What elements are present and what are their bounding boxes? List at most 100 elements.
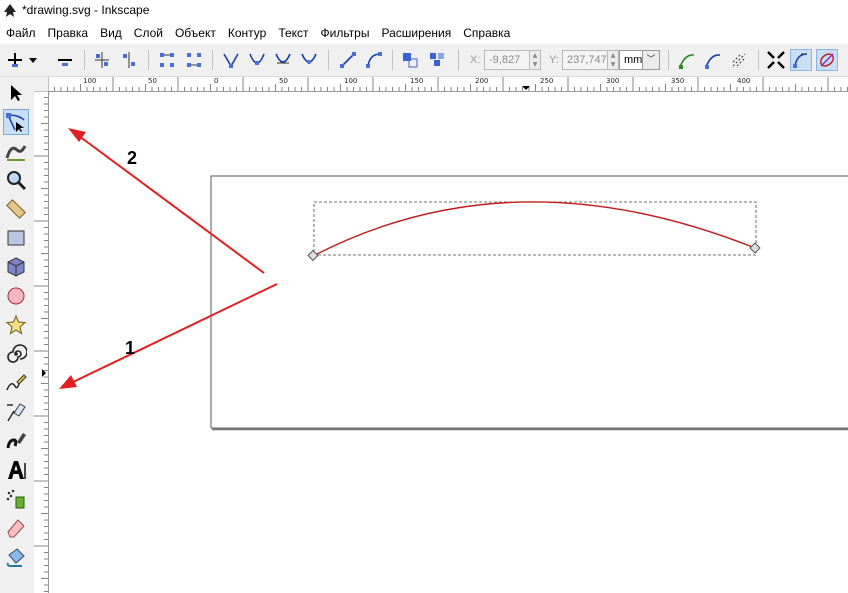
insert-node-dropdown[interactable] (26, 49, 40, 71)
3d-box-tool[interactable] (3, 254, 29, 280)
menu-text[interactable]: Текст (272, 26, 314, 40)
inkscape-logo-icon (4, 4, 16, 17)
pencil-tool[interactable] (3, 370, 29, 396)
unit-dropdown-arrow[interactable]: ﹀ (643, 50, 660, 70)
symmetric-node-icon (275, 53, 291, 64)
menu-layer[interactable]: Слой (128, 26, 169, 40)
paint-bucket-tool[interactable] (3, 544, 29, 570)
delete-segment-icon (187, 53, 201, 67)
menu-file[interactable]: Файл (0, 26, 42, 40)
measure-tool[interactable] (3, 196, 29, 222)
edit-mask-button[interactable] (702, 49, 724, 71)
drawing-canvas[interactable]: 2 1 (49, 92, 848, 593)
selector-tool[interactable] (3, 80, 29, 106)
annotation-label-1: 1 (125, 338, 136, 358)
selector-icon (11, 85, 22, 101)
show-transform-handles-button[interactable] (765, 49, 787, 71)
delete-node-icon (58, 59, 72, 66)
y-coordinate-input[interactable]: 237,747 (562, 50, 608, 70)
ruler-label: 300 (606, 77, 620, 85)
y-label: Y: (549, 54, 559, 66)
smooth-node-button[interactable] (246, 49, 268, 71)
horizontal-ruler[interactable]: 100 50 0 50 100 150 200 250 300 350 400 (48, 77, 848, 92)
rectangle-icon (7, 230, 25, 246)
insert-node-button[interactable] (4, 49, 26, 71)
menu-help[interactable]: Справка (457, 26, 516, 40)
cusp-node-button[interactable] (220, 49, 242, 71)
star-tool[interactable] (3, 312, 29, 338)
cusp-node-icon (223, 53, 239, 68)
eraser-icon (7, 519, 25, 538)
segment-to-line-button[interactable] (337, 49, 359, 71)
page-border (210, 175, 848, 429)
symmetric-node-button[interactable] (272, 49, 294, 71)
menu-extensions[interactable]: Расширения (375, 26, 457, 40)
toolbar-separator (212, 50, 213, 70)
menu-filters[interactable]: Фильтры (315, 26, 376, 40)
toolbar-separator (392, 50, 393, 70)
y-spinner[interactable]: ▲ ▼ (608, 50, 619, 70)
path-outline-icon (820, 53, 834, 67)
node-handles-icon (793, 53, 808, 68)
measure-icon (6, 199, 26, 219)
spiral-tool[interactable] (3, 341, 29, 367)
eraser-tool[interactable] (3, 515, 29, 541)
vertical-ruler[interactable] (34, 91, 49, 593)
node-tool[interactable] (3, 109, 29, 135)
ruler-corner (34, 77, 48, 91)
3d-box-icon (7, 257, 25, 277)
ruler-label: 100 (83, 77, 97, 85)
calligraphy-icon (6, 433, 26, 449)
clip-path-icon (705, 54, 721, 69)
toolbar-separator (328, 50, 329, 70)
show-handles-button[interactable] (790, 49, 812, 71)
star-icon (5, 314, 27, 335)
window-title: *drawing.svg - Inkscape (22, 3, 150, 17)
spray-icon (6, 489, 25, 509)
unit-select[interactable]: mm (619, 50, 643, 70)
node-editor-icon (6, 113, 25, 132)
join-nodes-button[interactable] (91, 49, 113, 71)
stroke-to-path-button[interactable] (426, 49, 448, 71)
segment-line-icon (340, 52, 356, 68)
text-tool[interactable] (3, 457, 29, 483)
menu-path[interactable]: Контур (222, 26, 272, 40)
object-to-path-button[interactable] (400, 49, 422, 71)
segment-curve-icon (366, 52, 382, 68)
ellipse-tool[interactable] (3, 283, 29, 309)
toolbar-separator (84, 50, 85, 70)
ruler-label: 0 (214, 77, 219, 85)
menu-edit[interactable]: Правка (42, 26, 95, 40)
menu-view[interactable]: Вид (94, 26, 128, 40)
delete-node-button[interactable] (54, 49, 76, 71)
auto-smooth-node-button[interactable] (298, 49, 320, 71)
stroke-to-path-icon (430, 53, 444, 66)
x-spinner[interactable]: ▲ ▼ (530, 50, 541, 70)
edit-clip-button[interactable] (676, 49, 698, 71)
spiral-icon (7, 344, 27, 363)
pencil-icon (6, 374, 27, 391)
calligraphy-tool[interactable] (3, 428, 29, 454)
mask-button[interactable] (728, 49, 750, 71)
menu-object[interactable]: Объект (169, 26, 222, 40)
ruler-label: 50 (279, 77, 288, 85)
ruler-label: 50 (148, 77, 157, 85)
pen-icon (7, 403, 26, 422)
segment-to-curve-button[interactable] (363, 49, 385, 71)
text-icon (8, 461, 26, 479)
toolbar-separator (458, 50, 459, 70)
break-path-button[interactable] (118, 49, 140, 71)
tweak-icon (5, 145, 27, 161)
pen-tool[interactable] (3, 399, 29, 425)
ruler-label: 150 (410, 77, 424, 85)
x-coordinate-input[interactable]: -9,827 (484, 50, 530, 70)
spray-tool[interactable] (3, 486, 29, 512)
ruler-label: 350 (671, 77, 685, 85)
delete-segment-button[interactable] (183, 49, 205, 71)
show-outline-button[interactable] (816, 49, 838, 71)
rectangle-tool[interactable] (3, 225, 29, 251)
paint-bucket-icon (6, 548, 25, 567)
zoom-tool[interactable] (3, 167, 29, 193)
join-segment-button[interactable] (156, 49, 178, 71)
tweak-tool[interactable] (3, 138, 29, 164)
